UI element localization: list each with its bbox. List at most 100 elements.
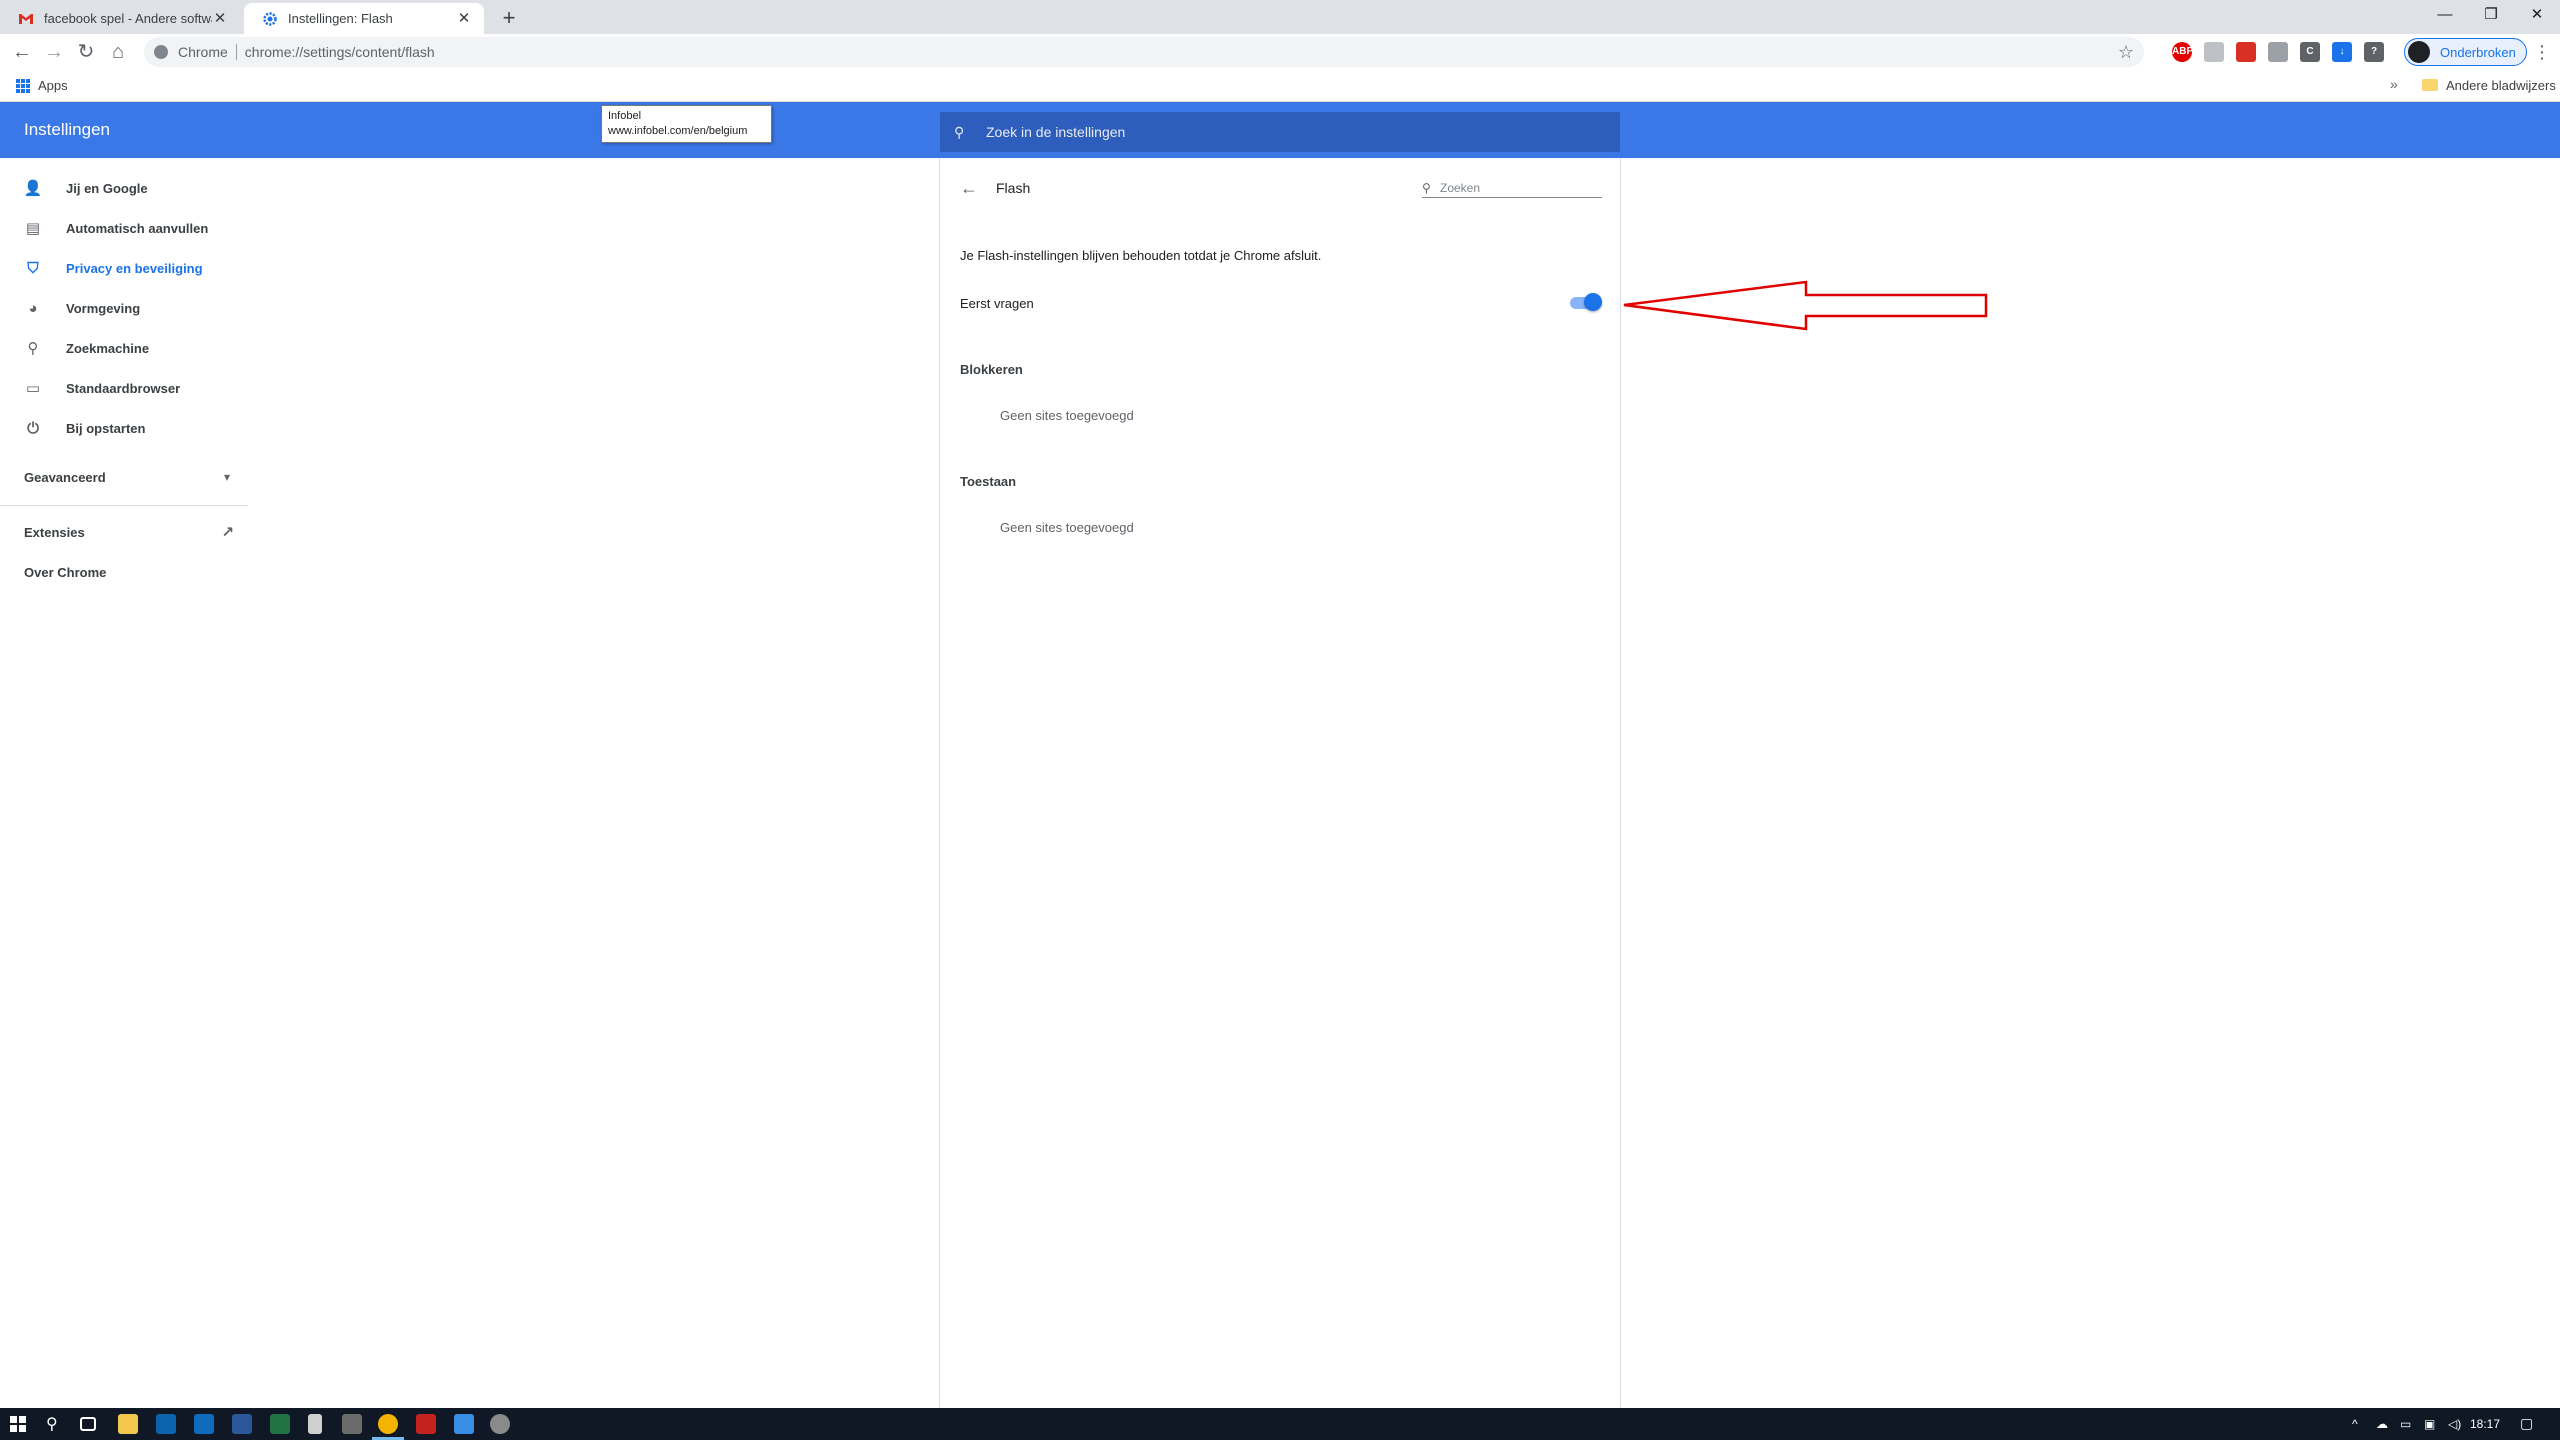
back-button[interactable]: ←	[10, 40, 34, 64]
menu-icon[interactable]: ⋮	[2532, 41, 2552, 63]
sidebar-item-automatisch-aanvullen[interactable]: ▤ Automatisch aanvullen	[24, 216, 208, 240]
abp-extension-icon[interactable]: ABP	[2172, 42, 2193, 62]
sidebar-item-standaardbrowser[interactable]: ▭ Standaardbrowser	[24, 376, 180, 400]
sidebar-item-privacy-en-beveiliging[interactable]: ⛉ Privacy en beveiliging	[24, 256, 203, 280]
extension-3-icon[interactable]	[2236, 42, 2256, 62]
sidebar-item-jij-en-google[interactable]: 👤 Jij en Google	[24, 176, 148, 200]
sidebar-item-label: Standaardbrowser	[66, 380, 181, 396]
home-button[interactable]: ⌂	[106, 40, 130, 64]
flash-settings-card: ← Flash ⚲ Zoeken Je Flash-instellingen b…	[939, 158, 1621, 1408]
network-icon[interactable]: ▣	[2424, 1417, 2435, 1431]
battery-icon[interactable]: ▭	[2400, 1417, 2411, 1431]
settings-sidebar: 👤 Jij en Google ▤ Automatisch aanvullen ⛉ Pri…	[0, 158, 248, 1408]
toggle-knob	[1584, 293, 1602, 311]
app-icon[interactable]	[454, 1414, 474, 1434]
bookmarks-overflow-icon[interactable]: »	[2390, 76, 2398, 92]
app-icon[interactable]	[416, 1414, 436, 1434]
origin-chip: Chrome	[178, 44, 237, 60]
profile-label: Onderbroken	[2440, 44, 2516, 60]
star-icon[interactable]: ☆	[2118, 42, 2134, 63]
back-arrow-icon[interactable]: ←	[960, 178, 978, 199]
forward-button[interactable]: →	[42, 40, 66, 64]
cloud-icon[interactable]: ☁	[2376, 1417, 2388, 1431]
person-icon: 👤	[23, 180, 43, 197]
site-info-icon[interactable]	[154, 45, 168, 59]
apps-shortcut[interactable]: Apps	[38, 78, 68, 93]
sidebar-item-label: Vormgeving	[66, 300, 141, 316]
other-bookmarks[interactable]: Andere bladwijzers	[2446, 78, 2556, 93]
allow-section-title: Toestaan	[960, 474, 1017, 489]
minimize-button[interactable]: —	[2422, 0, 2468, 30]
about-label: Over Chrome	[24, 564, 107, 580]
extension-2-icon[interactable]	[2204, 42, 2224, 62]
close-icon[interactable]: ✕	[456, 10, 472, 27]
chrome-icon[interactable]	[378, 1414, 398, 1434]
power-icon: ⏻	[27, 419, 39, 437]
sidebar-item-label: Privacy en beveiliging	[66, 260, 203, 276]
apps-grid-icon[interactable]	[16, 79, 30, 93]
tab-strip: facebook spel - Andere software ✕ Instel…	[0, 0, 2560, 34]
extension-5-icon[interactable]: C	[2300, 42, 2320, 62]
extension-6-icon[interactable]: ↓	[2332, 42, 2352, 62]
clipboard-icon: ▤	[25, 220, 41, 237]
block-empty-text: Geen sites toegevoegd	[1000, 408, 1134, 423]
open-in-new-icon[interactable]: ↗	[221, 523, 234, 541]
extension-4-icon[interactable]	[2268, 42, 2288, 62]
tray-chevron-icon[interactable]: ^	[2352, 1417, 2358, 1431]
address-bar[interactable]: Chrome chrome://settings/content/flash ☆	[144, 37, 2144, 67]
search-placeholder: Zoeken	[1440, 180, 1481, 195]
sidebar-item-label: Zoekmachine	[66, 340, 150, 356]
folder-icon	[2422, 79, 2438, 91]
sidebar-item-extensions[interactable]: Extensies ↗	[24, 520, 234, 544]
sidebar-item-zoekmachine[interactable]: ⚲ Zoekmachine	[24, 336, 150, 360]
search-icon[interactable]: ⚲	[46, 1414, 58, 1434]
outlook-icon[interactable]	[194, 1414, 214, 1434]
sidebar-item-label: Automatisch aanvullen	[66, 220, 209, 236]
sidebar-item-vormgeving[interactable]: ◕ Vormgeving	[24, 296, 140, 320]
mail-icon[interactable]	[156, 1414, 176, 1434]
chevron-down-icon: ▾	[223, 470, 230, 484]
ask-first-label: Eerst vragen	[960, 296, 1034, 311]
file-explorer-icon[interactable]	[118, 1414, 138, 1434]
clock[interactable]: 18:17	[2470, 1417, 2500, 1431]
tab-label: Instellingen: Flash	[288, 11, 393, 26]
tab-instellingen-flash[interactable]: Instellingen: Flash ✕	[244, 3, 484, 34]
ask-first-toggle[interactable]	[1570, 292, 1602, 312]
extension-7-icon[interactable]: ?	[2364, 42, 2384, 62]
windows-start-icon[interactable]	[10, 1416, 26, 1432]
close-icon[interactable]: ✕	[212, 10, 228, 27]
volume-icon[interactable]: ◁)	[2448, 1417, 2461, 1431]
close-window-button[interactable]: ✕	[2514, 0, 2560, 30]
page-title: Instellingen	[24, 120, 111, 139]
browser-toolbar: ← → ↻ ⌂ Chrome chrome://settings/content…	[0, 34, 2560, 70]
block-section-title: Blokkeren	[960, 362, 1023, 377]
bookmark-tooltip: Infobel www.infobel.com/en/belgium	[601, 105, 772, 143]
sidebar-item-about[interactable]: Over Chrome	[24, 560, 106, 584]
profile-button[interactable]: Onderbroken	[2404, 38, 2527, 66]
task-view-icon[interactable]	[80, 1417, 96, 1431]
windows-taskbar: ⚲ ^ ☁ ▭ ▣ ◁) 18:17 ▢	[0, 1408, 2560, 1440]
url-text[interactable]: chrome://settings/content/flash	[245, 44, 435, 60]
notepad-icon[interactable]	[308, 1414, 322, 1434]
sidebar-item-label: Bij opstarten	[66, 420, 146, 436]
settings-search-input[interactable]: ⚲ Zoek in de instellingen	[940, 112, 1620, 152]
reload-button[interactable]: ↻	[74, 40, 98, 64]
excel-icon[interactable]	[270, 1414, 290, 1434]
gear-icon	[263, 11, 277, 26]
annotation-arrow	[1623, 280, 1988, 331]
app-icon[interactable]	[342, 1414, 362, 1434]
search-icon: ⚲	[954, 123, 965, 140]
sidebar-item-advanced[interactable]: Geavanceerd ▾	[24, 465, 230, 489]
new-tab-button[interactable]: +	[496, 5, 522, 31]
tab-facebook-spel[interactable]: facebook spel - Andere software ✕	[0, 3, 240, 34]
sidebar-item-bij-opstarten[interactable]: ⏻ Bij opstarten	[24, 416, 145, 440]
app-icon[interactable]	[490, 1414, 510, 1434]
restore-button[interactable]: ❐	[2468, 0, 2514, 30]
word-icon[interactable]	[232, 1414, 252, 1434]
subpage-search-input[interactable]: ⚲ Zoeken	[1422, 178, 1602, 198]
subpage-title: Flash	[996, 180, 1031, 196]
tab-label: facebook spel - Andere software	[44, 11, 212, 26]
allow-empty-text: Geen sites toegevoegd	[1000, 520, 1134, 535]
notifications-icon[interactable]: ▢	[2520, 1415, 2533, 1432]
extensions-label: Extensies	[24, 524, 85, 540]
